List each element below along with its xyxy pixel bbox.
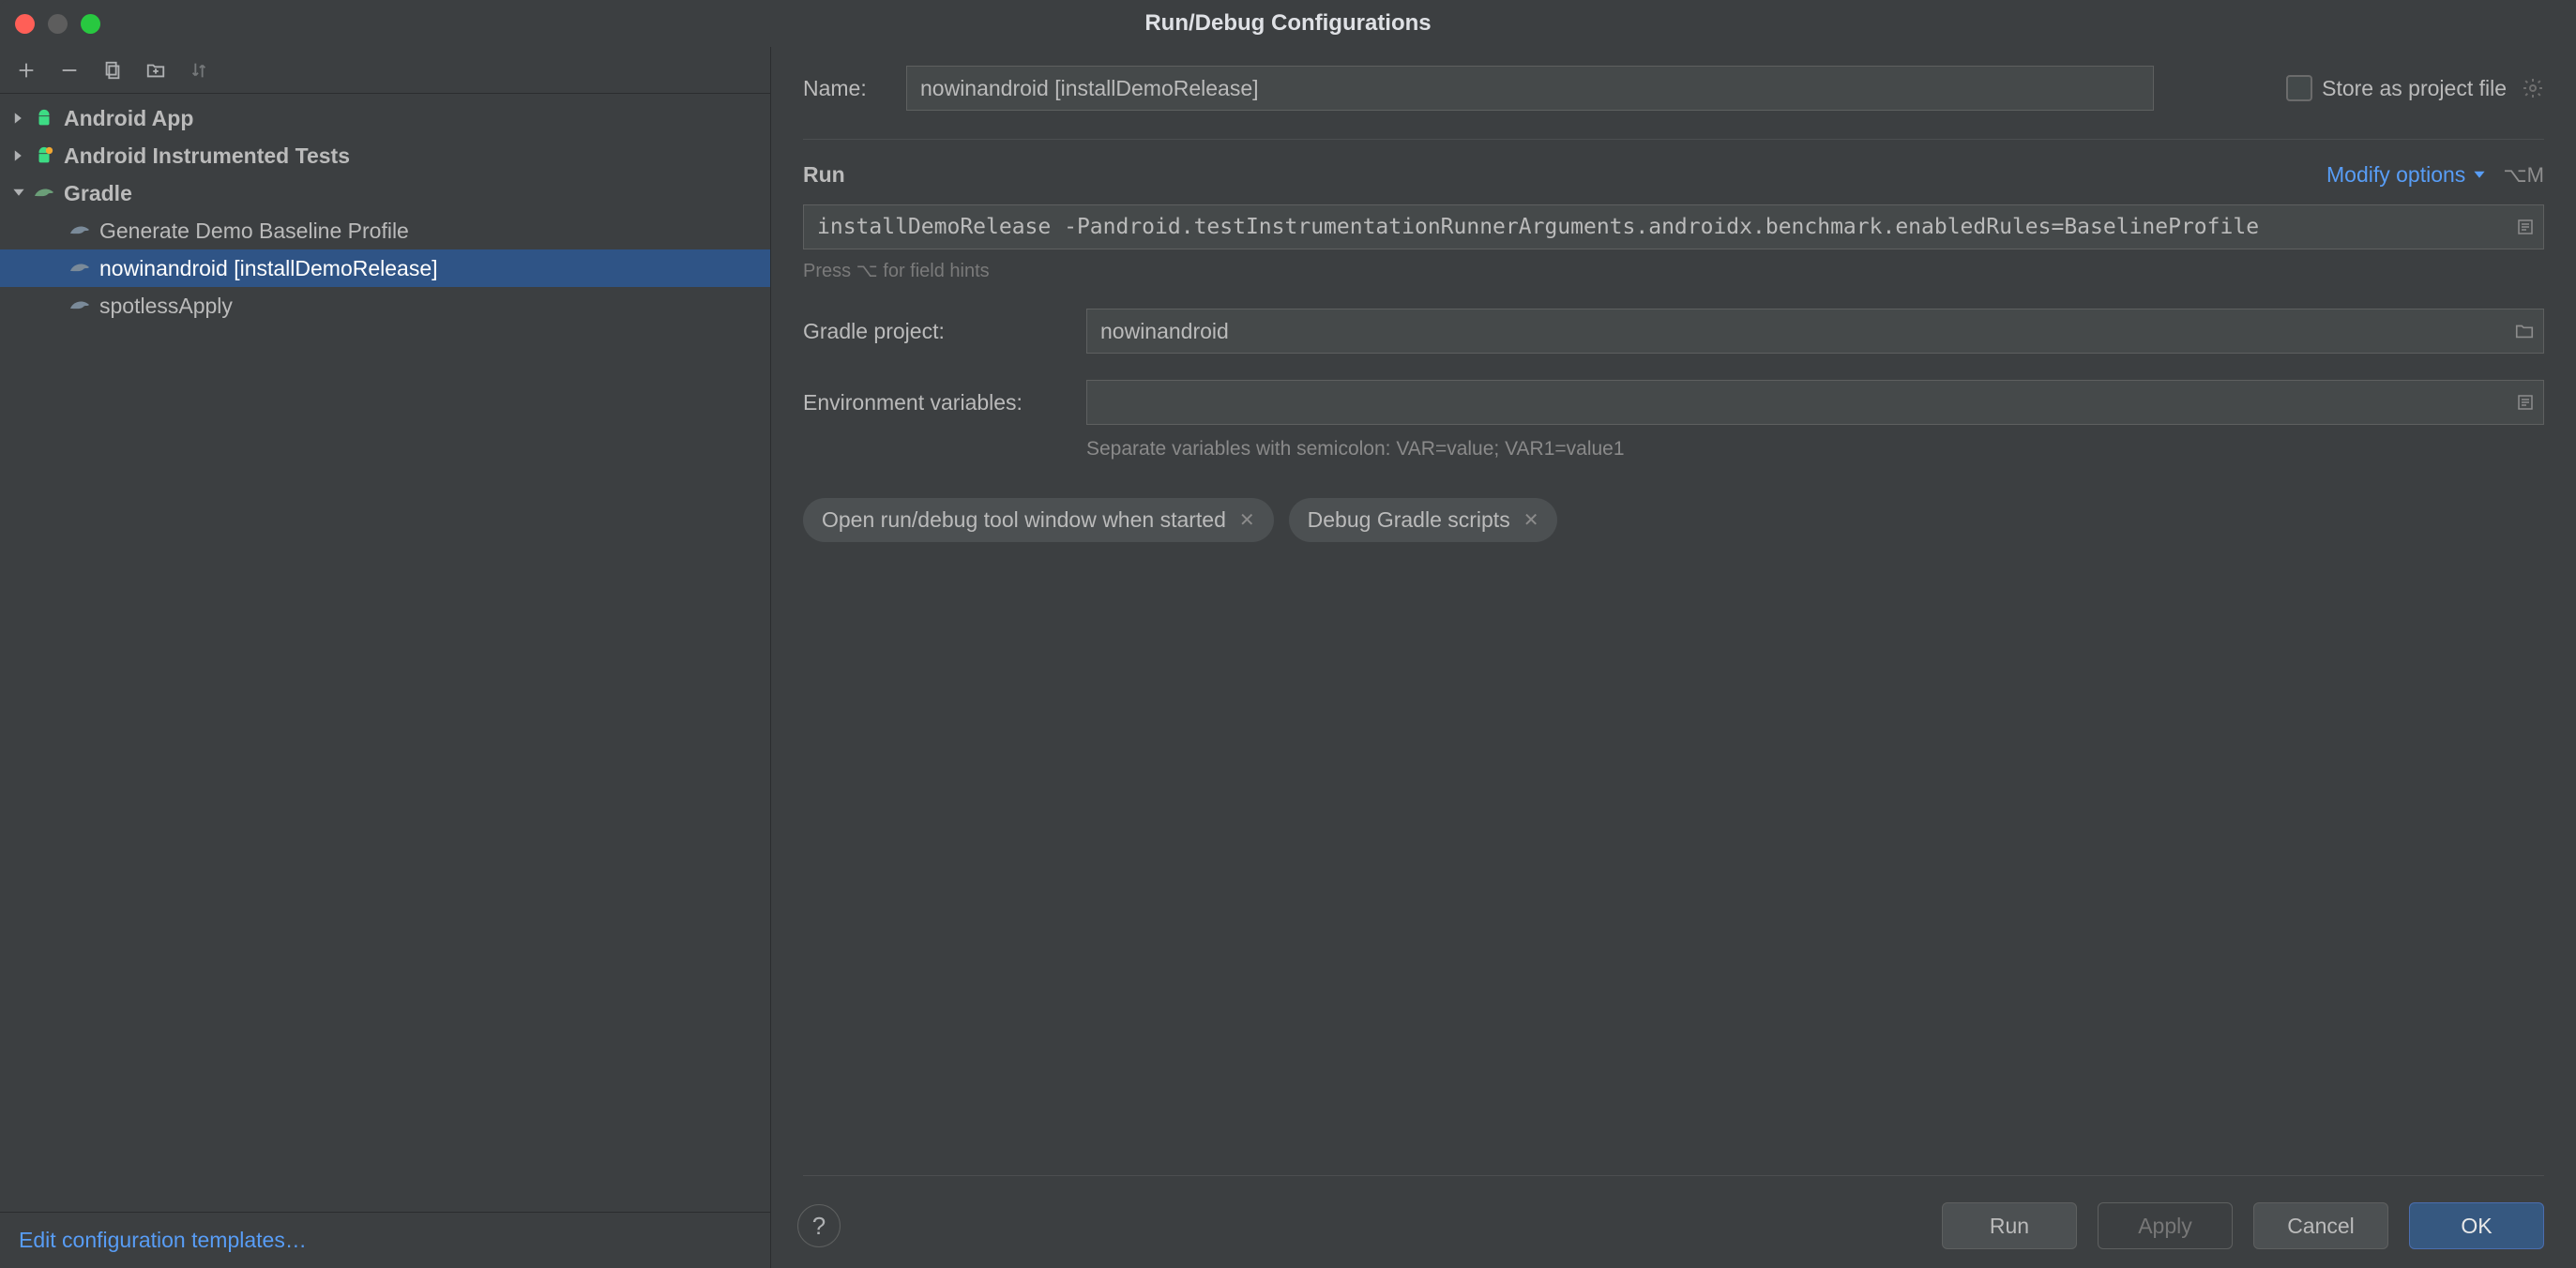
tasks-input[interactable]	[803, 204, 2544, 249]
footer: ? Run Apply Cancel OK	[803, 1175, 2544, 1249]
env-vars-hint: Separate variables with semicolon: VAR=v…	[1086, 438, 2544, 460]
tree-node-android-app[interactable]: Android App	[0, 99, 770, 137]
chip-open-tool-window[interactable]: Open run/debug tool window when started …	[803, 498, 1274, 542]
save-to-folder-button[interactable]	[137, 52, 174, 89]
gear-icon[interactable]	[2522, 77, 2544, 99]
tasks-input-wrapper	[803, 204, 2544, 249]
traffic-lights	[15, 14, 100, 34]
divider	[803, 139, 2544, 140]
content: Android App Android Instrumented Tests	[0, 47, 2576, 1268]
edit-templates-link[interactable]: Edit configuration templates…	[19, 1228, 307, 1252]
titlebar: Run/Debug Configurations	[0, 0, 2576, 47]
remove-config-button[interactable]	[51, 52, 88, 89]
tree-node-nowinandroid-installdemorelease[interactable]: nowinandroid [installDemoRelease]	[0, 249, 770, 287]
gradle-task-icon	[66, 297, 94, 314]
chevron-right-icon	[8, 149, 30, 162]
env-vars-label: Environment variables:	[803, 390, 1066, 415]
footer-buttons: Run Apply Cancel OK	[1942, 1202, 2544, 1249]
name-row: Name: Store as project file	[803, 66, 2544, 111]
env-vars-input[interactable]	[1086, 380, 2544, 425]
name-input[interactable]	[906, 66, 2154, 111]
tree-node-generate-demo-baseline[interactable]: Generate Demo Baseline Profile	[0, 212, 770, 249]
store-as-project-file-checkbox[interactable]	[2286, 75, 2312, 101]
tree-label: Generate Demo Baseline Profile	[99, 219, 409, 244]
config-tree[interactable]: Android App Android Instrumented Tests	[0, 94, 770, 1212]
sidebar-footer: Edit configuration templates…	[0, 1212, 770, 1268]
store-as-project-file-label: Store as project file	[2322, 76, 2507, 101]
tree-label: spotlessApply	[99, 294, 233, 319]
modify-options-shortcut: ⌥M	[2503, 163, 2544, 188]
run-section-title: Run	[803, 162, 845, 188]
android-test-icon	[30, 145, 58, 166]
ok-button[interactable]: OK	[2409, 1202, 2544, 1249]
window-maximize-button[interactable]	[81, 14, 100, 34]
close-icon[interactable]: ✕	[1239, 508, 1255, 532]
sidebar: Android App Android Instrumented Tests	[0, 47, 771, 1268]
window-close-button[interactable]	[15, 14, 35, 34]
gradle-project-input[interactable]	[1086, 309, 2544, 354]
gradle-project-label: Gradle project:	[803, 319, 1066, 344]
window-minimize-button[interactable]	[48, 14, 68, 34]
run-section-header: Run Modify options ⌥M	[803, 162, 2544, 188]
env-vars-row: Environment variables:	[803, 380, 2544, 425]
tasks-hint: Press ⌥ for field hints	[803, 259, 2544, 282]
chevron-down-icon	[8, 187, 30, 200]
run-debug-configurations-dialog: Run/Debug Configurations	[0, 0, 2576, 1268]
sort-button[interactable]	[180, 52, 218, 89]
option-chips: Open run/debug tool window when started …	[803, 498, 2544, 542]
chip-label: Debug Gradle scripts	[1308, 507, 1510, 533]
tree-label: Android Instrumented Tests	[64, 143, 350, 169]
chevron-down-icon	[2473, 169, 2486, 182]
gradle-task-icon	[66, 260, 94, 277]
tree-label: nowinandroid [installDemoRelease]	[99, 256, 438, 281]
modify-options-label: Modify options	[2326, 162, 2465, 188]
tree-node-android-instrumented-tests[interactable]: Android Instrumented Tests	[0, 137, 770, 174]
help-button[interactable]: ?	[797, 1204, 841, 1247]
android-icon	[30, 108, 58, 128]
help-icon: ?	[812, 1212, 826, 1241]
main-panel: Name: Store as project file Run Modify o…	[771, 47, 2576, 1268]
cancel-button[interactable]: Cancel	[2253, 1202, 2388, 1249]
modify-options-link[interactable]: Modify options	[2326, 162, 2486, 188]
sidebar-toolbar	[0, 47, 770, 94]
close-icon[interactable]: ✕	[1523, 508, 1539, 532]
gradle-project-row: Gradle project:	[803, 309, 2544, 354]
chip-debug-gradle-scripts[interactable]: Debug Gradle scripts ✕	[1289, 498, 1558, 542]
gradle-task-icon	[66, 222, 94, 239]
tree-label: Gradle	[64, 181, 132, 206]
run-button[interactable]: Run	[1942, 1202, 2077, 1249]
name-label: Name:	[803, 76, 878, 101]
chevron-right-icon	[8, 112, 30, 125]
tree-node-gradle[interactable]: Gradle	[0, 174, 770, 212]
apply-button[interactable]: Apply	[2098, 1202, 2233, 1249]
tree-label: Android App	[64, 106, 193, 131]
add-config-button[interactable]	[8, 52, 45, 89]
gradle-icon	[30, 185, 58, 202]
store-as-project-file-row: Store as project file	[2286, 75, 2544, 101]
copy-config-button[interactable]	[94, 52, 131, 89]
tree-node-spotlessapply[interactable]: spotlessApply	[0, 287, 770, 325]
chip-label: Open run/debug tool window when started	[822, 507, 1226, 533]
dialog-title: Run/Debug Configurations	[1144, 10, 1431, 37]
